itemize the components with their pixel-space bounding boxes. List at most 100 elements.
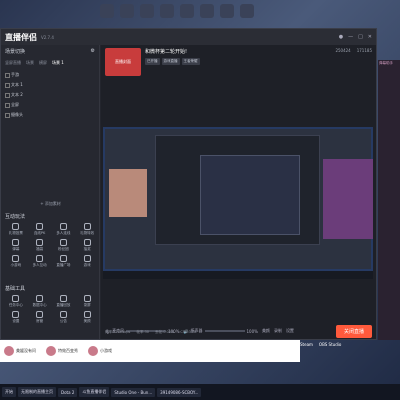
room-title[interactable]: 和微杯第二轮开始! [145,48,200,55]
tab-scene-1[interactable]: 场景 1 [52,60,64,66]
tool-item[interactable]: 设置 [4,311,28,324]
source-item[interactable]: 文本 2 [5,90,95,100]
avatar[interactable]: ● [339,34,343,40]
room-cover[interactable]: 直播封面 [105,48,141,76]
maximize-icon[interactable]: □ [358,34,363,40]
danmaku-panel: 弹幕助手 [378,60,400,340]
avatar [88,346,98,356]
taskbar-item[interactable]: 斗鱼直播伴侣 [79,387,110,397]
interact-item[interactable]: 弹幕 [4,239,28,252]
stat-value: 171185 [356,48,372,53]
effect-icon [83,223,91,230]
tab-portrait[interactable]: 竖屏直播 [5,60,21,66]
camera-overlay [109,169,147,217]
panel-title: 弹幕助手 [379,61,393,65]
interact-item[interactable]: 礼物特效 [75,223,99,236]
scene-tabs: 竖屏直播 场景 横屏 场景 1 [1,58,99,68]
status-footer: 码率:2500kbps 帧率:30 丢帧:0.00% CPU:30% [101,325,376,339]
interact-item[interactable]: 连线PK [28,223,52,236]
app-version: V2.7.4 [41,34,54,40]
interact-item[interactable]: 小游戏 [4,255,28,268]
status-fps: 帧率:30 [136,329,150,334]
close-icon[interactable]: ✕ [368,34,372,40]
source-item[interactable]: 手游 [5,70,95,80]
app-icon[interactable] [200,4,214,18]
tab-scene[interactable]: 场景 [26,60,34,66]
settings-icon[interactable]: ⚙ [91,48,95,55]
tab-landscape[interactable]: 横屏 [39,60,47,66]
app-icon[interactable] [100,4,114,18]
source-item[interactable]: 摄像头 [5,110,95,120]
interact-item[interactable]: 多人互动 [28,255,52,268]
tool-item[interactable]: 美颜 [75,311,99,324]
taskbar-item[interactable]: 39149086-SCBOY... [157,387,202,397]
avatar [46,346,56,356]
add-source-button[interactable]: + 添加素材 [1,201,100,207]
app-icon[interactable] [180,4,194,18]
live-companion-window: 直播伴侣 V2.7.4 ● — □ ✕ 场景切换 ⚙ 竖屏直播 场景 横屏 场景… [0,28,377,353]
tray-apps: Steam OBS Studio [300,342,341,347]
tool-item[interactable]: 房管 [28,311,52,324]
interact-item[interactable]: 游戏 [75,255,99,268]
interact-item[interactable]: 礼物投票 [4,223,28,236]
dock-item[interactable]: 小游戏 [88,346,112,356]
captured-window [200,155,300,235]
bottom-dock: 美媛没有问 特效百变秀 小游戏 [0,340,300,362]
app-icon[interactable] [120,4,134,18]
qq-icon[interactable] [240,4,254,18]
app-title: 直播伴侣 [5,32,37,42]
gear-icon [12,311,20,318]
interact-item[interactable]: 福袋 [28,239,52,252]
fans-icon [59,239,67,246]
beauty-icon [83,311,91,318]
app-icon[interactable] [160,4,174,18]
taskbar-item[interactable]: Studio One - Bun... [111,387,156,397]
notice-icon [59,311,67,318]
source-item[interactable]: 全屏 [5,100,95,110]
dock-item[interactable]: 美媛没有问 [4,346,36,356]
captured-panel [323,159,373,239]
tool-item[interactable]: 公告 [52,311,76,324]
obs-app[interactable]: OBS Studio [319,342,341,347]
os-taskbar: 开始 无限制的直播主页 Dota 2 斗鱼直播伴侣 Studio One - B… [0,384,400,400]
start-button[interactable]: 开始 [2,387,16,397]
taskbar-item[interactable]: 无限制的直播主页 [18,387,56,397]
tool-item[interactable]: 录屏 [75,295,99,308]
app-icon[interactable] [140,4,154,18]
room-tag: 已开播 [145,58,160,65]
desktop-top-icons [100,4,254,18]
room-tag[interactable]: 王者荣耀 [181,58,200,65]
room-tag: 游戏直播 [161,58,180,65]
interact-item[interactable]: 多人连线 [52,223,76,236]
multi-icon [36,255,44,262]
tool-item[interactable]: 数据中心 [28,295,52,308]
captured-taskbar [103,271,373,279]
room-header: 直播封面 和微杯第二轮开始! 已开播 游戏直播 王者荣耀 250424 1711… [101,45,376,79]
taskbar-item[interactable]: Dota 2 [58,387,78,397]
pk-icon [36,223,44,230]
chart-icon [36,295,44,302]
captured-desktop [105,129,373,269]
game-icon [12,255,20,262]
source-item[interactable]: 文本 1 [5,80,95,90]
tool-item[interactable]: 直播回放 [52,295,76,308]
tool-item[interactable]: 任务中心 [4,295,28,308]
status-dropped: 丢帧:0.00% [155,329,175,334]
lottery-icon [83,239,91,246]
tools-grid: 任务中心 数据中心 直播回放 录屏 设置 房管 公告 美颜 [4,295,99,324]
admin-icon [36,311,44,318]
avatar [4,346,14,356]
interact-item[interactable]: 抽奖 [75,239,99,252]
stream-preview[interactable] [103,127,373,279]
interact-item[interactable]: 直播广场 [52,255,76,268]
minimize-icon[interactable]: — [348,34,353,40]
app-icon[interactable] [220,4,234,18]
dock-item[interactable]: 特效百变秀 [46,346,78,356]
steam-app[interactable]: Steam [300,342,313,347]
interact-item[interactable]: 粉丝团 [52,239,76,252]
scene-header: 场景切换 ⚙ [5,48,95,55]
users-icon [59,223,67,230]
gift-icon [12,223,20,230]
tools-title: 基础工具 [5,286,26,292]
interact-title: 互动玩法 [5,214,26,220]
